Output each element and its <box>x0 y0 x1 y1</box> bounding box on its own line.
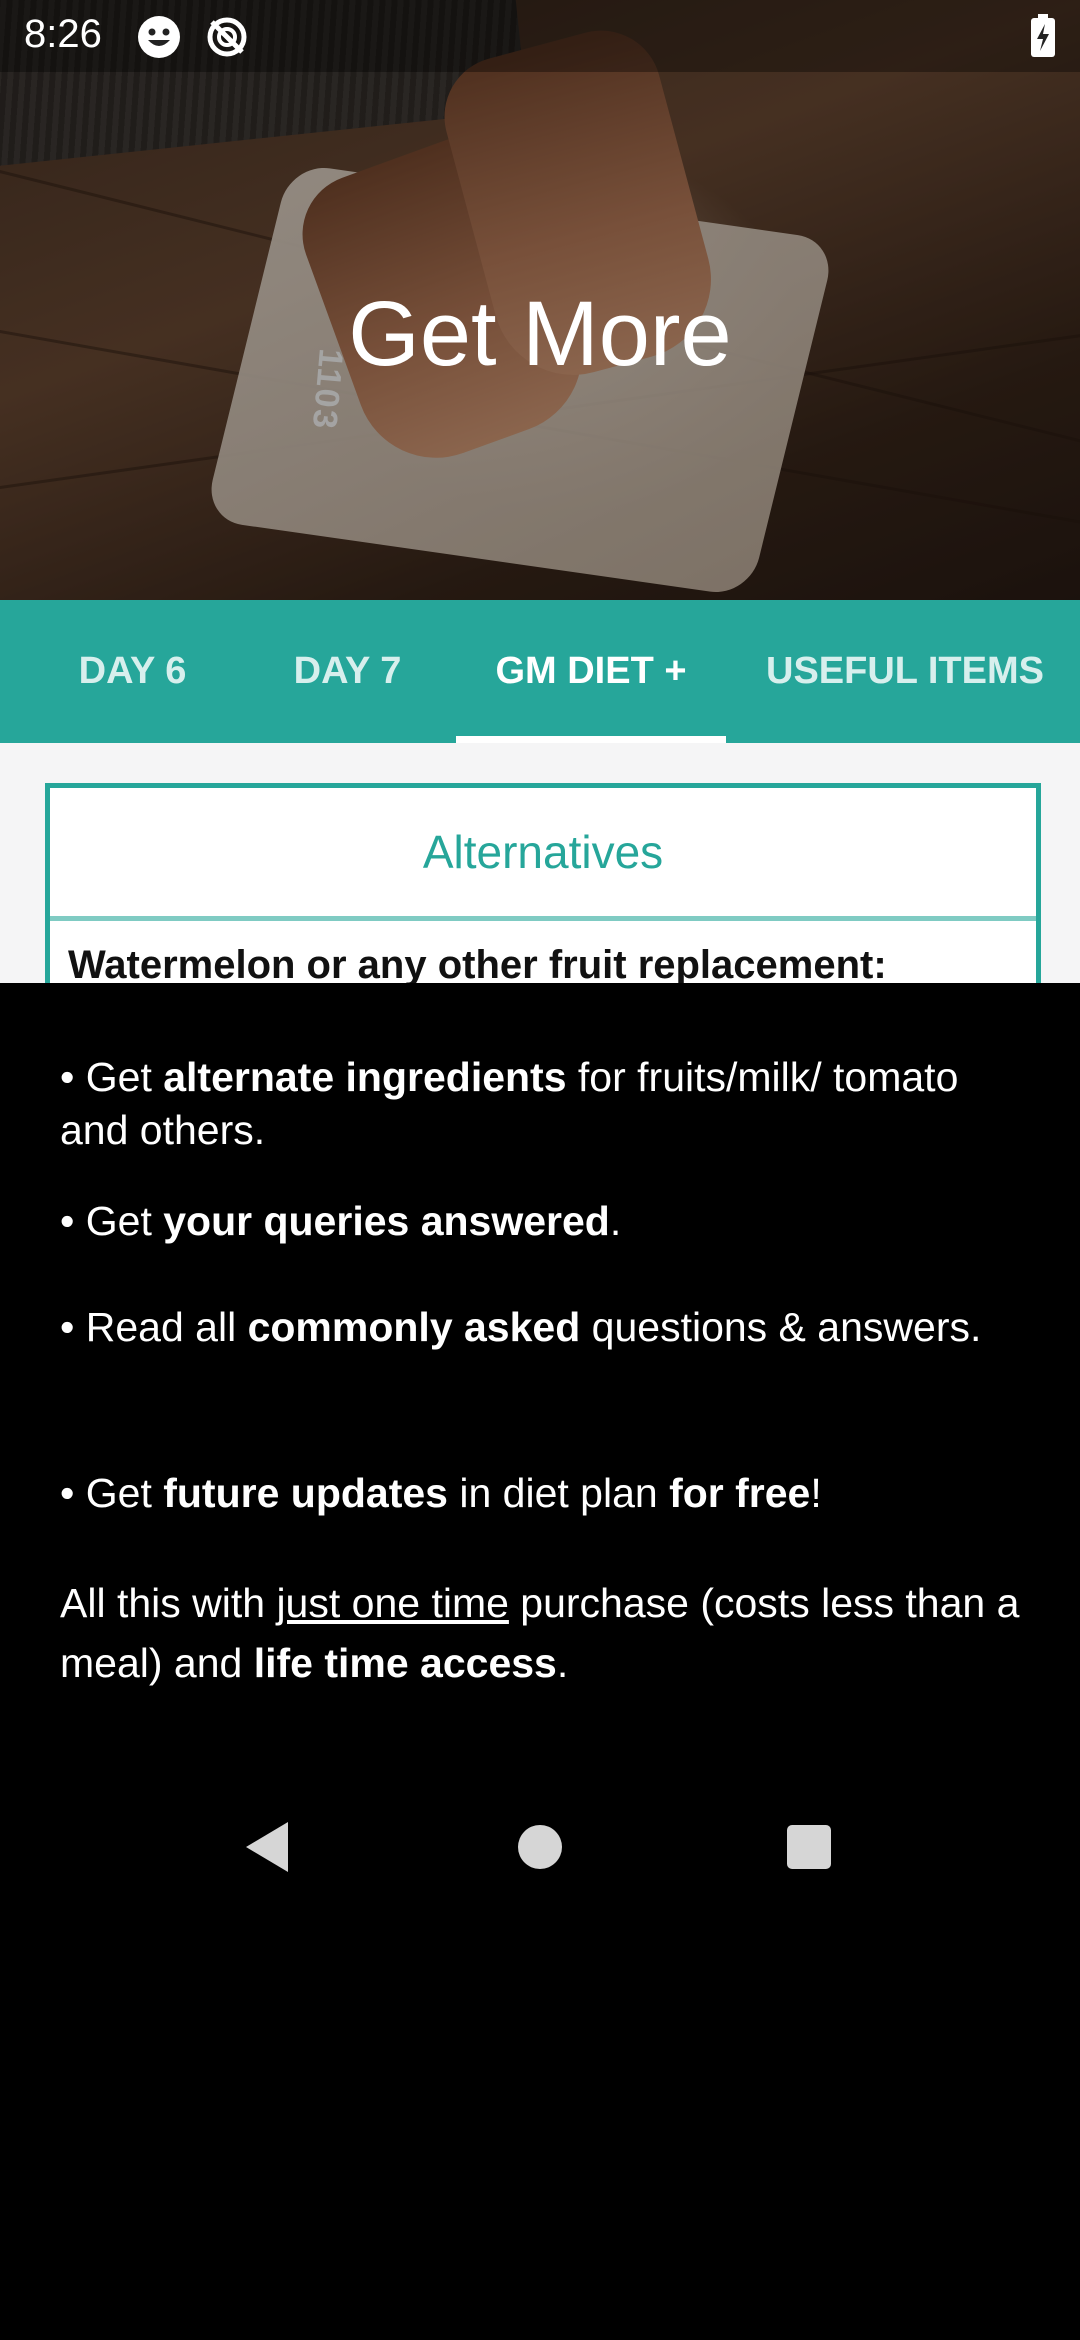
sync-disabled-icon <box>207 17 247 57</box>
tab-useful-items[interactable]: USEFUL ITEMS <box>740 600 1070 743</box>
promo-text: • Read all <box>60 1304 248 1350</box>
promo-bullet-alternatives: • Get alternate ingredients for fruits/m… <box>60 1051 1020 1157</box>
status-bar: 8:26 <box>0 0 1080 72</box>
alternatives-card: Alternatives Watermelon or any other fru… <box>45 783 1041 983</box>
promo-closing-text: All this with just one time purchase (co… <box>60 1573 1020 1693</box>
promo-bullet-updates: • Get future updates in diet plan for fr… <box>60 1467 1020 1520</box>
recents-icon[interactable] <box>786 1824 832 1870</box>
back-icon[interactable] <box>242 1820 292 1874</box>
status-time: 8:26 <box>24 12 102 56</box>
promo-text: ! <box>810 1470 822 1516</box>
promo-bold-text: alternate ingredients <box>163 1054 567 1100</box>
card-header: Alternatives <box>50 788 1036 921</box>
promo-bold-text: for free <box>669 1470 811 1516</box>
page-title: Get More <box>348 283 732 385</box>
active-tab-indicator <box>456 736 726 743</box>
tab-bar: DAY 6 DAY 7 GM DIET + USEFUL ITEMS <box>0 600 1080 743</box>
tab-day-6[interactable]: DAY 6 <box>20 600 245 743</box>
promo-underlined-text: just one time <box>276 1580 509 1626</box>
promo-text: questions & answers. <box>580 1304 982 1350</box>
promo-bold-text: future updates <box>163 1470 448 1516</box>
promo-bold-text: commonly asked <box>247 1304 581 1350</box>
home-icon[interactable] <box>517 1824 563 1870</box>
promo-text: . <box>609 1198 622 1244</box>
promo-bold-text: your queries answered <box>163 1198 610 1244</box>
promo-text: • Get <box>60 1054 164 1100</box>
promo-bullet-queries: • Get your queries answered. <box>60 1195 1020 1248</box>
promo-text: • Get <box>60 1470 164 1516</box>
content-area: Alternatives Watermelon or any other fru… <box>0 743 1080 983</box>
premium-promo-sheet: • Get alternate ingredients for fruits/m… <box>0 983 1080 2340</box>
battery-charging-icon <box>1031 14 1055 57</box>
card-subheading: Watermelon or any other fruit replacemen… <box>68 943 887 983</box>
hero-banner: 1103 Get More <box>0 0 1080 600</box>
promo-bullet-faq: • Read all commonly asked questions & an… <box>60 1301 1020 1354</box>
promo-text: in diet plan <box>447 1470 670 1516</box>
promo-text: . <box>556 1640 569 1686</box>
tab-day-7[interactable]: DAY 7 <box>245 600 450 743</box>
tab-gm-diet-plus[interactable]: GM DIET + <box>456 600 726 743</box>
promo-text: • Get <box>60 1198 164 1244</box>
system-navigation-bar <box>0 1800 1080 1890</box>
promo-bold-text: life time access <box>253 1640 557 1686</box>
promo-text: All this with <box>60 1580 277 1626</box>
smiley-icon <box>138 16 180 58</box>
